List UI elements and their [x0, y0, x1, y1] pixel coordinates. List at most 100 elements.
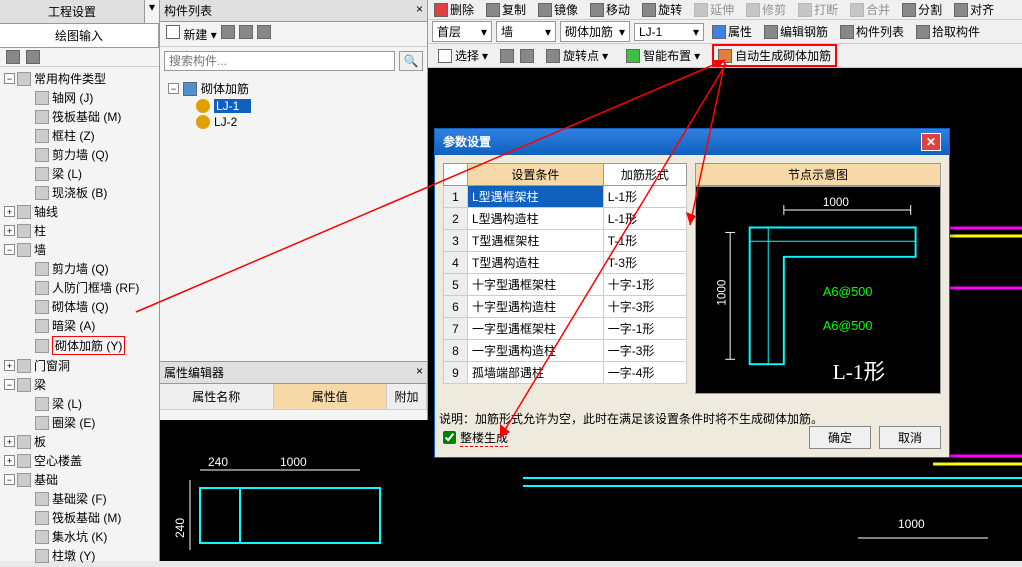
tool-icon[interactable]: [257, 25, 271, 39]
tree-item[interactable]: 现浇板 (B): [0, 183, 159, 202]
tree-item[interactable]: 基础梁 (F): [0, 489, 159, 508]
edit-rebar-button[interactable]: 编辑钢筋: [760, 21, 832, 42]
attr-icon: [712, 25, 726, 39]
copy-button[interactable]: 复制: [480, 0, 532, 20]
tree-item[interactable]: 剪力墙 (Q): [0, 259, 159, 278]
tree-item[interactable]: +柱: [0, 221, 159, 240]
table-row[interactable]: 4T型遇构造柱T-3形: [444, 252, 687, 274]
merge-button[interactable]: 合并: [844, 0, 896, 20]
dialog-titlebar[interactable]: 参数设置 ✕: [435, 129, 949, 155]
break-button[interactable]: 打断: [792, 0, 844, 20]
component-tree[interactable]: −常用构件类型轴网 (J)筏板基础 (M)框柱 (Z)剪力墙 (Q)梁 (L)现…: [0, 67, 159, 567]
left-panel: 工程设置 ▾ 绘图输入 −常用构件类型轴网 (J)筏板基础 (M)框柱 (Z)剪…: [0, 0, 160, 561]
close-icon[interactable]: ×: [416, 364, 423, 381]
item-icon: [35, 549, 49, 563]
tree-item[interactable]: 框柱 (Z): [0, 126, 159, 145]
ok-button[interactable]: 确定: [809, 426, 871, 449]
table-row[interactable]: 6十字型遇构造柱十字-3形: [444, 296, 687, 318]
tab-draw[interactable]: 绘图输入: [0, 24, 159, 47]
tree-item[interactable]: 轴网 (J): [0, 88, 159, 107]
whole-building-checkbox[interactable]: 整楼生成: [443, 429, 508, 447]
item-icon: [17, 205, 31, 219]
tree-item[interactable]: 梁 (L): [0, 394, 159, 413]
auto-generate-button[interactable]: 自动生成砌体加筋: [712, 44, 837, 67]
node-diagram: 1000 1000 A6@500 A6@500 L-1形: [695, 186, 941, 394]
split-button[interactable]: 分割: [896, 0, 948, 20]
rotate-icon: [642, 3, 656, 17]
collapse-icon[interactable]: [26, 50, 40, 64]
close-icon[interactable]: ×: [416, 2, 423, 19]
tree-item[interactable]: 圈梁 (E): [0, 413, 159, 432]
new-icon: [166, 25, 180, 39]
select-button[interactable]: 选择▾: [432, 45, 494, 66]
preview-canvas[interactable]: 240 1000 240: [160, 420, 428, 561]
category-select[interactable]: 墙▾: [496, 21, 556, 42]
tree-item[interactable]: 暗梁 (A): [0, 316, 159, 335]
close-button[interactable]: ✕: [921, 133, 941, 151]
tree-item[interactable]: +轴线: [0, 202, 159, 221]
tree-item[interactable]: −墙: [0, 240, 159, 259]
pick-button[interactable]: 拾取构件: [912, 21, 984, 42]
list-button[interactable]: 构件列表: [836, 21, 908, 42]
search-input[interactable]: [164, 51, 395, 71]
name-select[interactable]: LJ-1▾: [634, 23, 704, 41]
table-row[interactable]: 1L型遇框架柱L-1形: [444, 186, 687, 208]
list-item[interactable]: LJ-1: [168, 98, 419, 114]
new-button[interactable]: 新建 ▾: [166, 25, 217, 43]
tool-icon[interactable]: [239, 25, 253, 39]
condition-table[interactable]: 设置条件加筋形式 1L型遇框架柱L-1形2L型遇构造柱L-1形3T型遇框架柱T-…: [443, 163, 687, 384]
tree-item[interactable]: 剪力墙 (Q): [0, 145, 159, 164]
tree-item[interactable]: 砌体墙 (Q): [0, 297, 159, 316]
tool-icon[interactable]: [221, 25, 235, 39]
tab-project[interactable]: 工程设置: [0, 0, 145, 23]
svg-text:1000: 1000: [280, 455, 307, 469]
tool-icon[interactable]: [500, 49, 514, 63]
extend-button[interactable]: 延伸: [688, 0, 740, 20]
item-icon: [35, 110, 49, 124]
tree-item[interactable]: 梁 (L): [0, 164, 159, 183]
left-tabs: 工程设置 ▾: [0, 0, 159, 24]
align-button[interactable]: 对齐: [948, 0, 1000, 20]
tree-item[interactable]: +门窗洞: [0, 356, 159, 375]
tree-item[interactable]: 集水坑 (K): [0, 527, 159, 546]
list-item[interactable]: LJ-2: [168, 114, 419, 130]
smart-layout-button[interactable]: 智能布置▾: [620, 45, 706, 66]
floor-select[interactable]: 首层▾: [432, 21, 492, 42]
type-select[interactable]: 砌体加筋▾: [560, 21, 630, 42]
search-button[interactable]: 🔍: [399, 51, 423, 71]
attr-header: 属性名称 属性值 附加: [160, 384, 427, 410]
tree-item[interactable]: 筏板基础 (M): [0, 107, 159, 126]
rotate-button[interactable]: 旋转: [636, 0, 688, 20]
table-row[interactable]: 8一字型遇构造柱一字-3形: [444, 340, 687, 362]
tree-item[interactable]: 柱墩 (Y): [0, 546, 159, 565]
tree-item[interactable]: −梁: [0, 375, 159, 394]
table-row[interactable]: 5十字型遇框架柱十字-1形: [444, 274, 687, 296]
pin-icon[interactable]: ▾: [145, 0, 159, 23]
tree-item[interactable]: −常用构件类型: [0, 69, 159, 88]
mirror-button[interactable]: 镜像: [532, 0, 584, 20]
table-row[interactable]: 3T型遇框架柱T-1形: [444, 230, 687, 252]
trim-button[interactable]: 修剪: [740, 0, 792, 20]
tree-item[interactable]: 砌体加筋 (Y): [0, 335, 159, 356]
move-button[interactable]: 移动: [584, 0, 636, 20]
tree-item[interactable]: +板: [0, 432, 159, 451]
dialog-title: 参数设置: [443, 133, 491, 151]
checkbox-input[interactable]: [443, 431, 456, 444]
delete-button[interactable]: 删除: [428, 0, 480, 20]
table-row[interactable]: 7一字型遇框架柱一字-1形: [444, 318, 687, 340]
attr-button[interactable]: 属性: [708, 21, 756, 42]
item-icon: [17, 454, 31, 468]
item-icon: [35, 339, 49, 353]
mid-tree[interactable]: −砌体加筋 LJ-1 LJ-2: [160, 75, 427, 134]
tree-item[interactable]: 人防门框墙 (RF): [0, 278, 159, 297]
tree-item[interactable]: +空心楼盖: [0, 451, 159, 470]
cancel-button[interactable]: 取消: [879, 426, 941, 449]
expand-icon[interactable]: [6, 50, 20, 64]
table-row[interactable]: 9孤墙端部遇柱一字-4形: [444, 362, 687, 384]
tree-item[interactable]: 筏板基础 (M): [0, 508, 159, 527]
item-icon: [17, 243, 31, 257]
rotate-point-button[interactable]: 旋转点▾: [540, 45, 614, 66]
table-row[interactable]: 2L型遇构造柱L-1形: [444, 208, 687, 230]
tree-item[interactable]: −基础: [0, 470, 159, 489]
tool-icon[interactable]: [520, 49, 534, 63]
